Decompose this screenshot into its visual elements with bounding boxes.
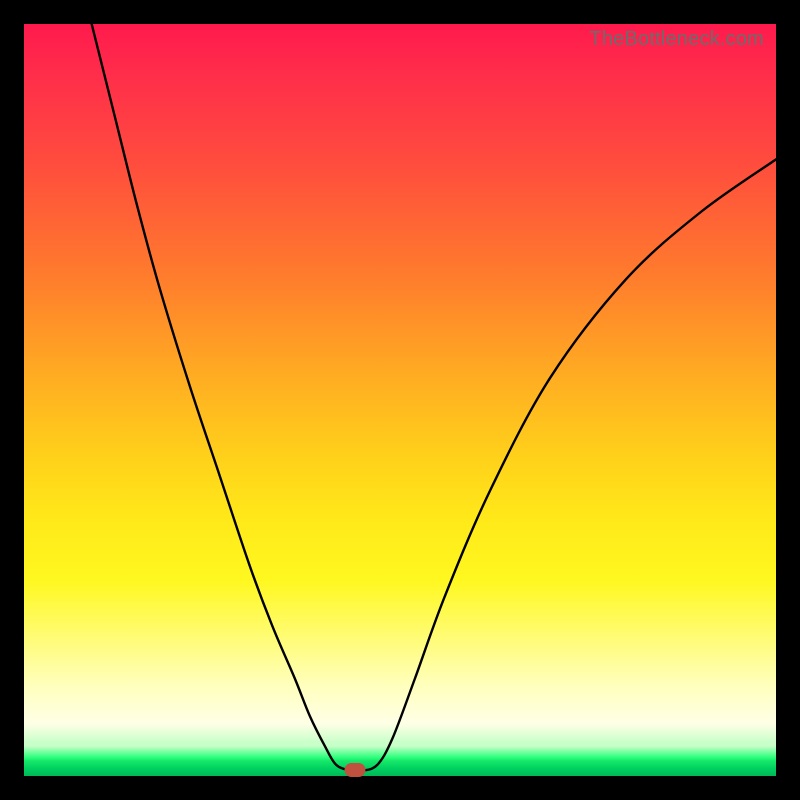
chart-frame: TheBottleneck.com	[0, 0, 800, 800]
optimal-point-marker	[344, 763, 365, 777]
bottleneck-curve	[24, 24, 776, 776]
plot-area: TheBottleneck.com	[24, 24, 776, 776]
